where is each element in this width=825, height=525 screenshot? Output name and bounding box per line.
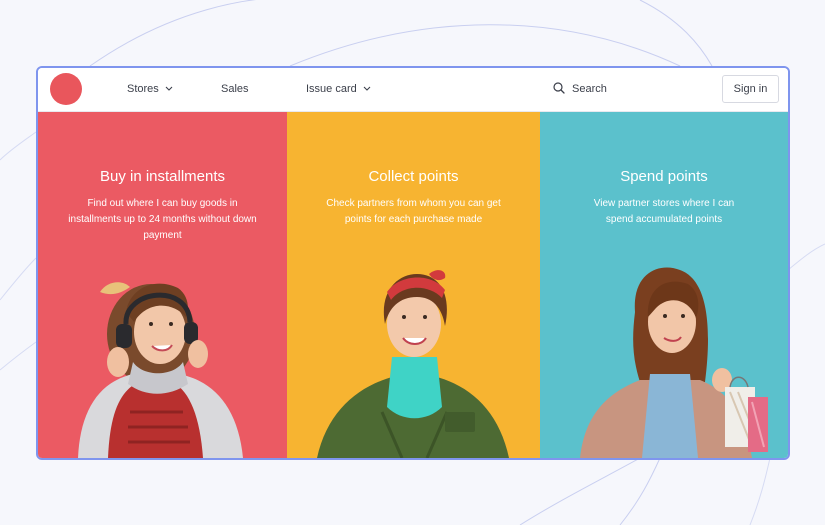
search-button[interactable]: Search [553,68,607,111]
nav-issue-card-label: Issue card [306,83,357,95]
panel-spend-points[interactable]: Spend points View partner stores where I… [540,112,788,458]
woman-headphones-image [78,282,243,458]
woman-shopping-bags-image [580,267,768,458]
sign-in-button[interactable]: Sign in [722,75,779,103]
search-icon [553,82,565,94]
feature-panels: Buy in installments Find out where I can… [38,112,788,458]
nav-issue-card[interactable]: Issue card [306,68,371,111]
panel-title: Collect points [368,168,459,185]
search-label: Search [572,83,607,95]
top-navbar: Stores Sales Issue card Search Sign in [38,68,788,112]
panel-description: View partner stores where I can spend ac… [593,198,735,225]
browser-frame: Stores Sales Issue card Search Sign in B… [36,66,790,460]
nav-stores[interactable]: Stores [127,68,173,111]
woman-green-jacket-image [317,270,509,458]
panel-buy-in-installments[interactable]: Buy in installments Find out where I can… [38,112,287,458]
nav-sales[interactable]: Sales [221,68,249,111]
panel-title: Buy in installments [99,168,226,185]
panel-description: Find out where I can buy goods in instal… [68,198,257,241]
chevron-down-icon [363,86,371,91]
nav-sales-label: Sales [221,83,249,95]
chevron-down-icon [165,86,173,91]
panel-description: Check partners from whom you can get poi… [326,198,501,225]
panel-title: Spend points [620,168,708,185]
nav-stores-label: Stores [127,83,159,95]
brand-logo[interactable] [50,73,82,105]
panel-collect-points[interactable]: Collect points Check partners from whom … [287,112,540,458]
